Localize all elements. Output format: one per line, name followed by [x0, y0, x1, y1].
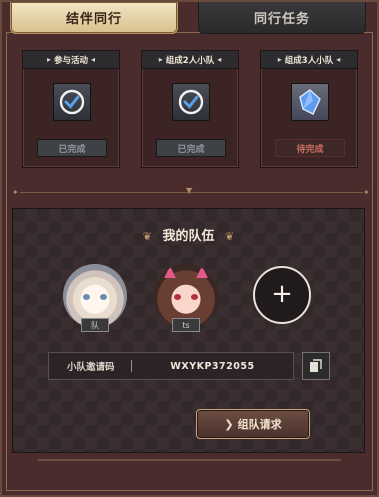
task-status: 待完成: [275, 139, 345, 157]
task-status: 已完成: [37, 139, 107, 157]
task-list: ▸ 参与活动 ◂ 已完成 ▸ 组成2人小队 ◂ 已完成 ▸ 组成3人小队 ◂ 待…: [12, 40, 369, 180]
task-title: 组成3人小队: [284, 55, 334, 66]
avatar-eyes: [83, 294, 107, 300]
arch-ornament: [38, 459, 341, 489]
team-title-row: ❦ 我的队伍 ❦: [13, 225, 364, 244]
form-team-label: 组队请求: [237, 418, 282, 431]
task-card: ▸ 组成3人小队 ◂ 待完成: [260, 50, 358, 168]
chevron-right-icon: ❯: [224, 417, 234, 431]
tab-companion-label: 结伴同行: [65, 12, 122, 27]
copy-icon: [310, 359, 322, 372]
tab-companion[interactable]: 结伴同行: [10, 2, 178, 34]
blue-crystal-icon: [291, 83, 329, 121]
team-title: 我的队伍: [162, 229, 215, 244]
horn-icon: [196, 266, 208, 278]
arrow-left-icon: ◂: [91, 55, 96, 64]
invite-code-field: 小队邀请码 WXYKP372055: [48, 352, 294, 380]
checkmark-badge-icon: [172, 83, 210, 121]
tab-companion-tasks[interactable]: 同行任务: [198, 2, 366, 34]
avatar-eyes: [174, 294, 198, 300]
invite-code-label: 小队邀请码: [67, 362, 115, 373]
task-card: ▸ 组成2人小队 ◂ 已完成: [141, 50, 239, 168]
invite-code-value: WXYKP372055: [170, 360, 255, 372]
diamond-ornament-icon: ✦: [12, 188, 19, 197]
member-tag: ts: [172, 318, 200, 332]
arrow-right-icon: ▸: [277, 55, 282, 64]
task-title: 参与活动: [53, 55, 88, 66]
section-divider: ✦ ▼ ✦: [8, 186, 375, 198]
task-title: 组成2人小队: [165, 55, 215, 66]
task-header: ▸ 参与活动 ◂: [23, 51, 119, 69]
member-tag: 队: [81, 318, 109, 332]
chevron-down-icon: ▼: [186, 186, 193, 195]
my-team-panel: ❦ 我的队伍 ❦ 队 ts + 小队邀请码 WXYKP372055 ❯ 组队请求: [12, 208, 365, 453]
bottom-ornament: [2, 455, 377, 495]
laurel-left-icon: ❦: [142, 230, 152, 243]
task-status: 已完成: [156, 139, 226, 157]
form-team-button[interactable]: ❯ 组队请求: [196, 409, 310, 439]
tab-companion-tasks-label: 同行任务: [253, 12, 310, 27]
arrow-left-icon: ◂: [217, 55, 222, 64]
add-member-button[interactable]: +: [253, 266, 311, 324]
arrow-left-icon: ◂: [336, 55, 341, 64]
task-header: ▸ 组成2人小队 ◂: [142, 51, 238, 69]
task-header: ▸ 组成3人小队 ◂: [261, 51, 357, 69]
diamond-ornament-icon: ✦: [363, 188, 370, 197]
copy-button[interactable]: [302, 352, 330, 380]
plus-icon: +: [271, 279, 293, 309]
arrow-right-icon: ▸: [158, 55, 163, 64]
checkmark-badge-icon: [53, 83, 91, 121]
arrow-right-icon: ▸: [46, 55, 51, 64]
laurel-right-icon: ❦: [225, 230, 235, 243]
horn-icon: [164, 266, 176, 278]
panel-frame: 结伴同行 同行任务 ▸ 参与活动 ◂ 已完成 ▸ 组成2人小队 ◂ 已完成 ▸ …: [0, 0, 379, 497]
task-card: ▸ 参与活动 ◂ 已完成: [22, 50, 120, 168]
